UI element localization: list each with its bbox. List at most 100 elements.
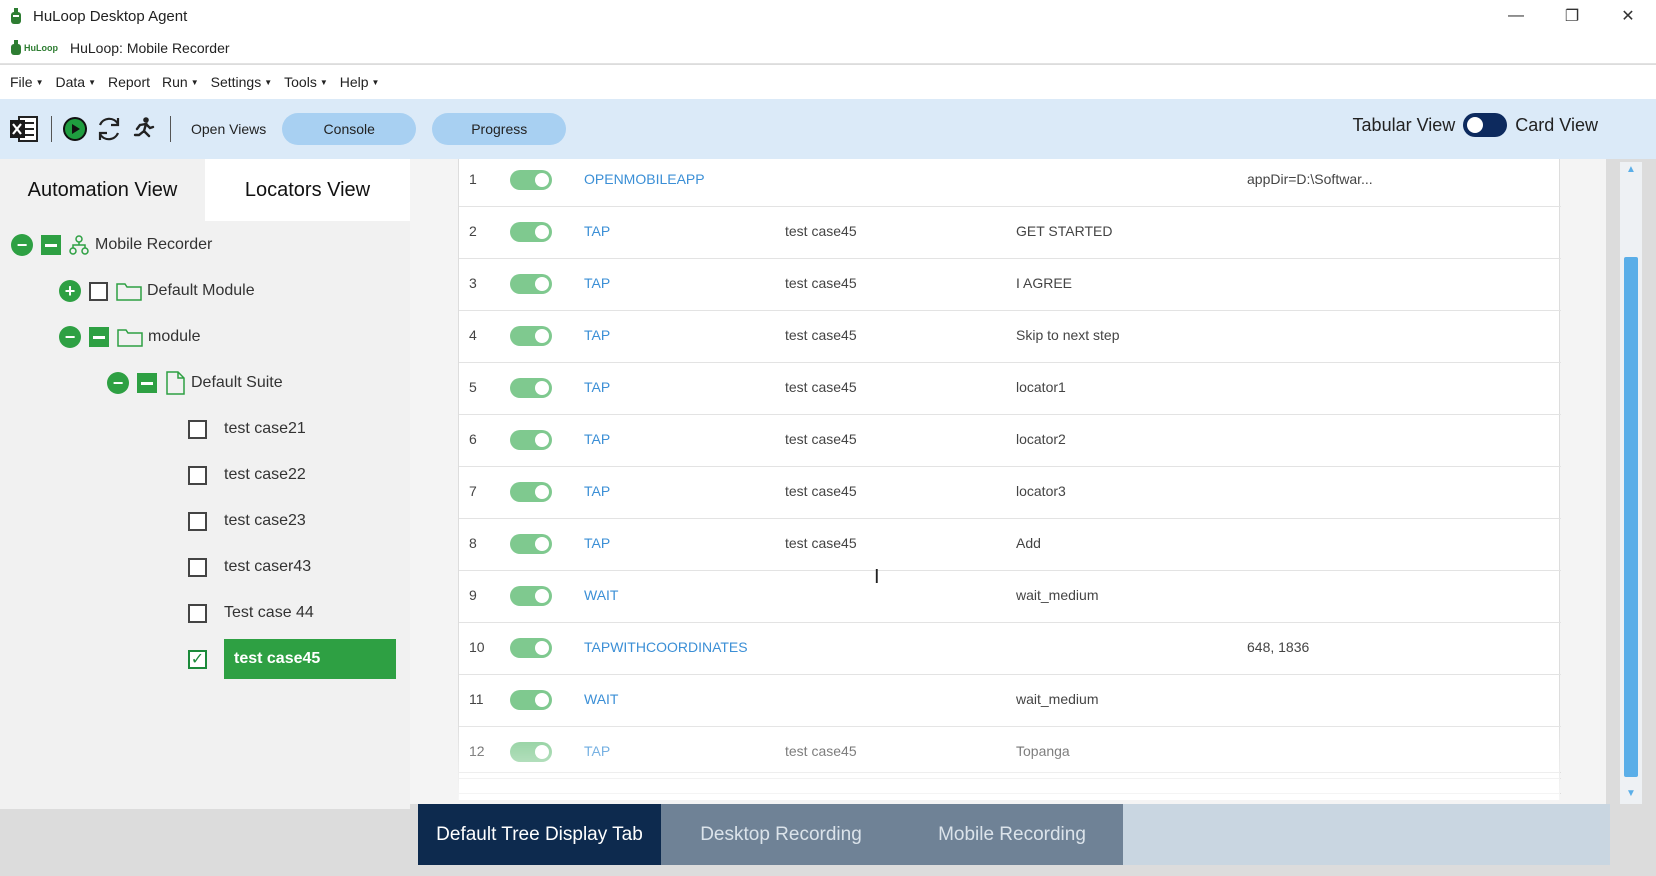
play-icon[interactable] (60, 114, 90, 144)
progress-button[interactable]: Progress (432, 113, 567, 145)
partial-check-icon[interactable] (89, 327, 109, 347)
step-test-case: test case45 (785, 431, 857, 447)
toolbar-divider (170, 116, 171, 142)
tab-locators-view[interactable]: Locators View (205, 159, 410, 221)
step-action[interactable]: TAP (584, 259, 610, 307)
menu-tools[interactable]: Tools ▼ (284, 74, 328, 90)
tab-default-tree-display[interactable]: Default Tree Display Tab (418, 804, 661, 865)
step-locator: wait_medium (1016, 587, 1099, 603)
step-action[interactable]: OPENMOBILEAPP (584, 155, 705, 203)
tree-test-case[interactable]: test case22 (188, 461, 306, 489)
tab-desktop-recording[interactable]: Desktop Recording (661, 804, 901, 865)
step-enabled-toggle[interactable] (510, 482, 552, 502)
step-enabled-toggle[interactable] (510, 586, 552, 606)
collapse-icon[interactable]: − (59, 326, 81, 348)
menu-settings[interactable]: Settings ▼ (211, 74, 273, 90)
steps-panel: 1 OPENMOBILEAPP appDir=D:\Softwar... 2 T… (410, 159, 1606, 804)
checkmark-icon[interactable]: ✓ (188, 649, 207, 669)
partial-check-icon[interactable] (41, 235, 61, 255)
menu-data[interactable]: Data ▼ (55, 74, 96, 90)
step-enabled-toggle[interactable] (510, 378, 552, 398)
scroll-thumb[interactable] (1624, 257, 1638, 777)
checkbox[interactable] (188, 603, 207, 623)
step-enabled-toggle[interactable] (510, 170, 552, 190)
checkbox[interactable] (188, 419, 207, 439)
menu-help[interactable]: Help ▼ (340, 74, 380, 90)
app-subtitle: HuLoop: Mobile Recorder (70, 39, 230, 56)
tab-mobile-recording[interactable]: Mobile Recording (901, 804, 1123, 865)
checkbox[interactable] (89, 281, 108, 301)
tree-module-default[interactable]: + Default Module (59, 277, 255, 305)
step-action[interactable]: TAP (584, 519, 610, 567)
checkbox[interactable] (188, 511, 207, 531)
partial-check-icon[interactable] (137, 373, 157, 393)
step-enabled-toggle[interactable] (510, 274, 552, 294)
tree-test-case[interactable]: test case23 (188, 507, 306, 535)
test-case-label: Test case 44 (224, 604, 314, 621)
tab-automation-view[interactable]: Automation View (0, 159, 205, 221)
collapse-icon[interactable]: − (11, 234, 33, 256)
expand-icon[interactable]: + (59, 280, 81, 302)
checkbox[interactable] (188, 465, 207, 485)
step-action[interactable]: WAIT (584, 571, 618, 619)
step-action[interactable]: TAP (584, 467, 610, 515)
menu-report[interactable]: Report (108, 74, 150, 90)
toolbar-divider (51, 116, 52, 142)
tree-test-case-selected[interactable]: ✓ test case45 (188, 639, 396, 679)
table-row[interactable]: 9 WAIT wait_medium (459, 571, 1561, 623)
scroll-up-icon[interactable]: ▲ (1625, 164, 1637, 176)
menu-file[interactable]: File ▼ (10, 74, 43, 90)
tree-suite[interactable]: − Default Suite (107, 369, 283, 397)
table-row[interactable]: 10 TAPWITHCOORDINATES 648, 1836 (459, 623, 1561, 675)
tree-test-case[interactable]: Test case 44 (188, 599, 314, 627)
step-enabled-toggle[interactable] (510, 222, 552, 242)
excel-icon[interactable] (9, 114, 39, 144)
table-row[interactable]: 8 TAP test case45 Add (459, 519, 1561, 571)
refresh-icon[interactable] (94, 114, 124, 144)
step-action[interactable]: TAP (584, 363, 610, 411)
table-row[interactable]: 11 WAIT wait_medium (459, 675, 1561, 727)
step-action[interactable]: TAPWITHCOORDINATES (584, 623, 748, 671)
table-row[interactable]: 3 TAP test case45 I AGREE (459, 259, 1561, 311)
table-row[interactable]: 6 TAP test case45 locator2 (459, 415, 1561, 467)
table-row[interactable]: 2 TAP test case45 GET STARTED (459, 207, 1561, 259)
table-row[interactable]: 7 TAP test case45 locator3 (459, 467, 1561, 519)
step-test-case: test case45 (785, 535, 857, 551)
minimize-button[interactable]: — (1488, 0, 1544, 32)
step-action[interactable]: TAP (584, 311, 610, 359)
huloop-logo-icon (11, 39, 21, 55)
step-enabled-toggle[interactable] (510, 742, 552, 762)
table-row[interactable]: 4 TAP test case45 Skip to next step (459, 311, 1561, 363)
step-enabled-toggle[interactable] (510, 638, 552, 658)
test-case-label: test case22 (224, 466, 306, 483)
tree-root[interactable]: − Mobile Recorder (11, 231, 212, 259)
close-button[interactable]: ✕ (1600, 0, 1656, 32)
step-action[interactable]: TAP (584, 727, 610, 775)
tree-test-case[interactable]: test case21 (188, 415, 306, 443)
runner-icon[interactable] (128, 114, 158, 144)
restore-button[interactable]: ❐ (1544, 0, 1600, 32)
console-button[interactable]: Console (282, 113, 417, 145)
menu-run[interactable]: Run ▼ (162, 74, 199, 90)
table-row[interactable]: 5 TAP test case45 locator1 (459, 363, 1561, 415)
table-row[interactable]: 1 OPENMOBILEAPP appDir=D:\Softwar... (459, 155, 1561, 207)
tree-item-label: Default Suite (191, 374, 283, 391)
step-action[interactable]: TAP (584, 207, 610, 255)
tree-module[interactable]: − module (59, 323, 200, 351)
collapse-icon[interactable]: − (107, 372, 129, 394)
checkbox[interactable] (188, 557, 207, 577)
step-index: 11 (469, 691, 484, 707)
view-toggle-switch[interactable] (1463, 113, 1508, 137)
open-views-button[interactable]: Open Views (191, 121, 266, 137)
step-index: 4 (469, 327, 477, 343)
step-enabled-toggle[interactable] (510, 534, 552, 554)
tree-test-case[interactable]: test caser43 (188, 553, 311, 581)
step-action[interactable]: WAIT (584, 675, 618, 723)
step-enabled-toggle[interactable] (510, 690, 552, 710)
scroll-down-icon[interactable]: ▼ (1625, 788, 1637, 800)
step-action[interactable]: TAP (584, 415, 610, 463)
step-locator: GET STARTED (1016, 223, 1113, 239)
step-enabled-toggle[interactable] (510, 430, 552, 450)
step-enabled-toggle[interactable] (510, 326, 552, 346)
vertical-scrollbar[interactable]: ▲ ▼ (1620, 162, 1642, 804)
